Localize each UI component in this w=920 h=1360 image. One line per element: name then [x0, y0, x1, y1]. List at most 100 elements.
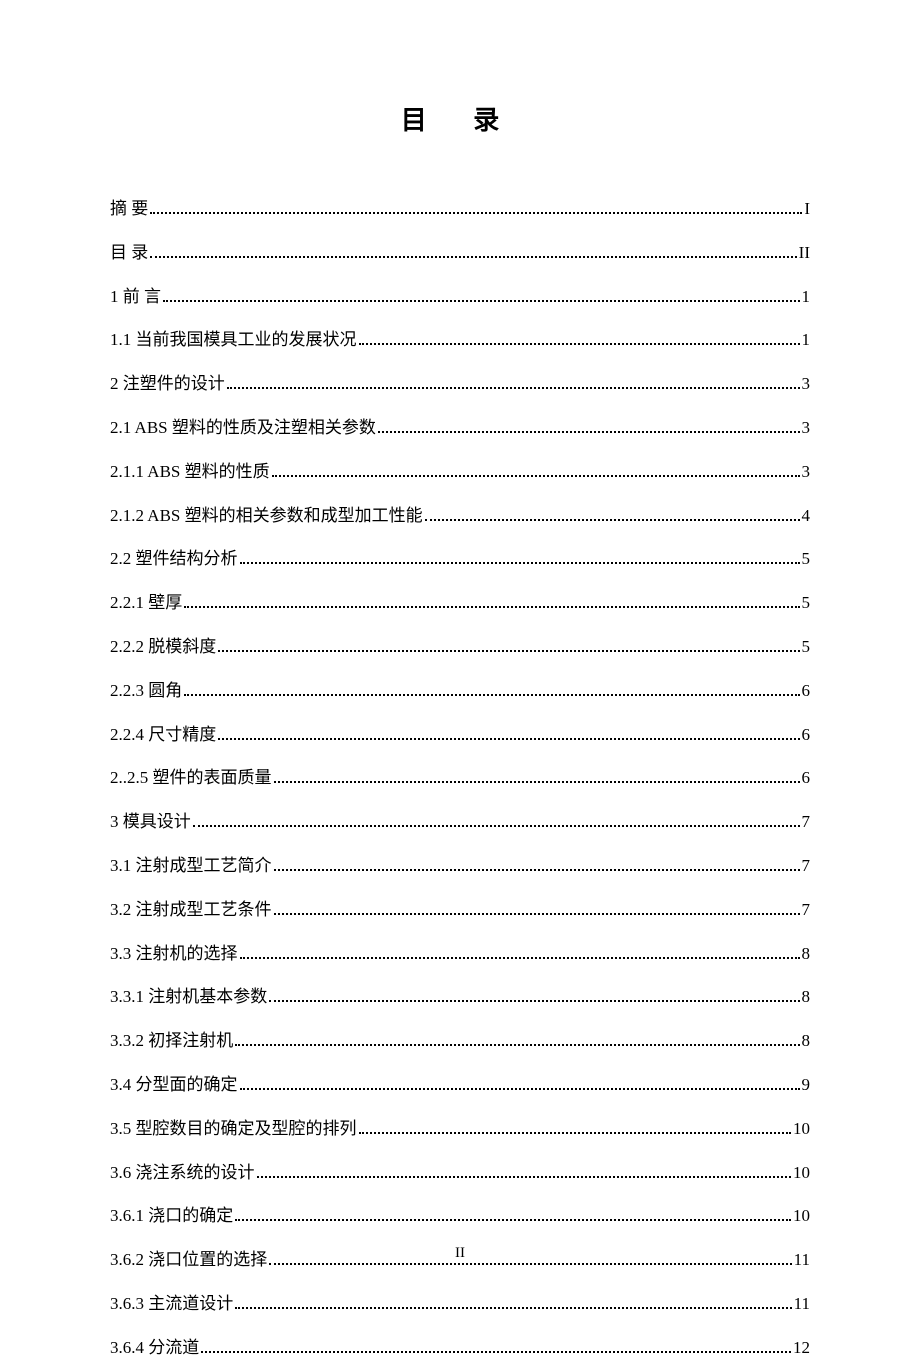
toc-entry-label: 3.6.4 分流道 [110, 1336, 199, 1360]
toc-entry-label: 3.2 注射成型工艺条件 [110, 898, 272, 922]
toc-leader-dots [359, 1118, 792, 1134]
toc-entry-label: 2.2.1 壁厚 [110, 591, 182, 615]
toc-entry: 3.6.3 主流道设计 11 [110, 1292, 810, 1316]
toc-entry-page: II [799, 241, 810, 265]
toc-entry-page: 6 [802, 679, 811, 703]
toc-entry: 3.6.1 浇口的确定 10 [110, 1204, 810, 1228]
toc-entry-label: 3 模具设计 [110, 810, 191, 834]
toc-leader-dots [163, 286, 800, 302]
toc-entry-label: 2 注塑件的设计 [110, 372, 225, 396]
toc-entry: 3.2 注射成型工艺条件 7 [110, 898, 810, 922]
toc-entry-label: 2.2.2 脱模斜度 [110, 635, 216, 659]
toc-entry: 3 模具设计 7 [110, 810, 810, 834]
toc-entry: 2.1.2 ABS 塑料的相关参数和成型加工性能 4 [110, 504, 810, 528]
toc-entry-label: 3.3.2 初择注射机 [110, 1029, 233, 1053]
toc-leader-dots [193, 812, 800, 828]
toc-entry-page: 4 [802, 504, 811, 528]
toc-leader-dots [150, 198, 802, 214]
toc-entry: 2.1.1 ABS 塑料的性质 3 [110, 460, 810, 484]
toc-entry-label: 3.6.1 浇口的确定 [110, 1204, 233, 1228]
toc-entry-page: 3 [802, 372, 811, 396]
toc-entry-page: 9 [802, 1073, 811, 1097]
toc-entry-page: 3 [802, 416, 811, 440]
toc-leader-dots [274, 768, 800, 784]
toc-leader-dots [184, 680, 799, 696]
toc-leader-dots [274, 855, 800, 871]
toc-entry-label: 3.5 型腔数目的确定及型腔的排列 [110, 1117, 357, 1141]
toc-leader-dots [272, 461, 800, 477]
toc-entry: 目 录 II [110, 241, 810, 265]
toc-entry-label: 2.1.1 ABS 塑料的性质 [110, 460, 270, 484]
toc-entry-label: 3.6 浇注系统的设计 [110, 1161, 255, 1185]
toc-entry-page: 7 [802, 810, 811, 834]
toc-entry: 2.2.2 脱模斜度 5 [110, 635, 810, 659]
toc-entry: 1 前 言 1 [110, 285, 810, 309]
toc-entry-page: 5 [802, 591, 811, 615]
toc-entry-page: 7 [802, 854, 811, 878]
toc-entry-page: 11 [794, 1292, 810, 1316]
toc-leader-dots [150, 242, 796, 258]
toc-entry-label: 2.2.4 尺寸精度 [110, 723, 216, 747]
toc-entry-page: 5 [802, 635, 811, 659]
toc-entry-page: 8 [802, 1029, 811, 1053]
toc-leader-dots [359, 330, 800, 346]
toc-leader-dots [184, 593, 799, 609]
toc-entry: 3.3 注射机的选择 8 [110, 942, 810, 966]
toc-entry-page: 3 [802, 460, 811, 484]
toc-entry: 3.3.2 初择注射机 8 [110, 1029, 810, 1053]
toc-entry-label: 2.1.2 ABS 塑料的相关参数和成型加工性能 [110, 504, 423, 528]
toc-entry: 2..2.5 塑件的表面质量 6 [110, 766, 810, 790]
toc-leader-dots [240, 549, 800, 565]
toc-entry-page: 5 [802, 547, 811, 571]
toc-entry-page: 6 [802, 723, 811, 747]
toc-entry-page: 6 [802, 766, 811, 790]
toc-entry-page: 7 [802, 898, 811, 922]
toc-entry-page: 8 [802, 942, 811, 966]
toc-entry-page: 12 [793, 1336, 810, 1360]
toc-title: 目 录 [110, 100, 810, 137]
toc-entry: 3.6.4 分流道 12 [110, 1336, 810, 1360]
toc-entry-label: 3.3 注射机的选择 [110, 942, 238, 966]
toc-entry: 2 注塑件的设计 3 [110, 372, 810, 396]
toc-entry-label: 3.1 注射成型工艺简介 [110, 854, 272, 878]
toc-entry-page: 10 [793, 1161, 810, 1185]
document-page: 目 录 摘 要 I 目 录 II 1 前 言 1 1.1 当前我国模具工业的发展状况1 2 注… [0, 0, 920, 1302]
toc-entry-label: 1 前 言 [110, 285, 161, 309]
toc-entry-page: I [804, 197, 810, 221]
toc-entry-label: 摘 要 [110, 197, 148, 221]
toc-entry: 摘 要I [110, 197, 810, 221]
toc-leader-dots [274, 899, 800, 915]
toc-leader-dots [201, 1337, 791, 1353]
toc-entry-label: 目 录 [110, 241, 148, 265]
toc-leader-dots [240, 1074, 800, 1090]
toc-entry: 3.5 型腔数目的确定及型腔的排列 10 [110, 1117, 810, 1141]
toc-leader-dots [218, 724, 799, 740]
toc-leader-dots [257, 1162, 792, 1178]
toc-entry-page: 10 [793, 1117, 810, 1141]
toc-entry: 3.6 浇注系统的设计 10 [110, 1161, 810, 1185]
toc-leader-dots [235, 1206, 791, 1222]
toc-entry: 2.2 塑件结构分析 5 [110, 547, 810, 571]
toc-entry-label: 1.1 当前我国模具工业的发展状况 [110, 328, 357, 352]
toc-entry-label: 2..2.5 塑件的表面质量 [110, 766, 272, 790]
toc-entry-label: 3.6.3 主流道设计 [110, 1292, 233, 1316]
toc-entry: 2.2.1 壁厚 5 [110, 591, 810, 615]
toc-leader-dots [269, 987, 799, 1003]
toc-entry-page: 1 [802, 285, 811, 309]
toc-entry-label: 2.2 塑件结构分析 [110, 547, 238, 571]
toc-entry: 3.4 分型面的确定 9 [110, 1073, 810, 1097]
toc-entry: 3.1 注射成型工艺简介 7 [110, 854, 810, 878]
toc-leader-dots [240, 943, 800, 959]
toc-leader-dots [378, 417, 800, 433]
toc-leader-dots [235, 1031, 799, 1047]
toc-entry-label: 3.4 分型面的确定 [110, 1073, 238, 1097]
toc-leader-dots [425, 505, 800, 521]
toc-leader-dots [227, 374, 800, 390]
page-number-footer: II [0, 1245, 920, 1262]
toc-leader-dots [235, 1293, 791, 1309]
toc-entry-label: 2.1 ABS 塑料的性质及注塑相关参数 [110, 416, 376, 440]
toc-entry-label: 3.3.1 注射机基本参数 [110, 985, 267, 1009]
toc-entry: 2.2.4 尺寸精度 6 [110, 723, 810, 747]
toc-entry-page: 10 [793, 1204, 810, 1228]
toc-entry: 1.1 当前我国模具工业的发展状况1 [110, 328, 810, 352]
